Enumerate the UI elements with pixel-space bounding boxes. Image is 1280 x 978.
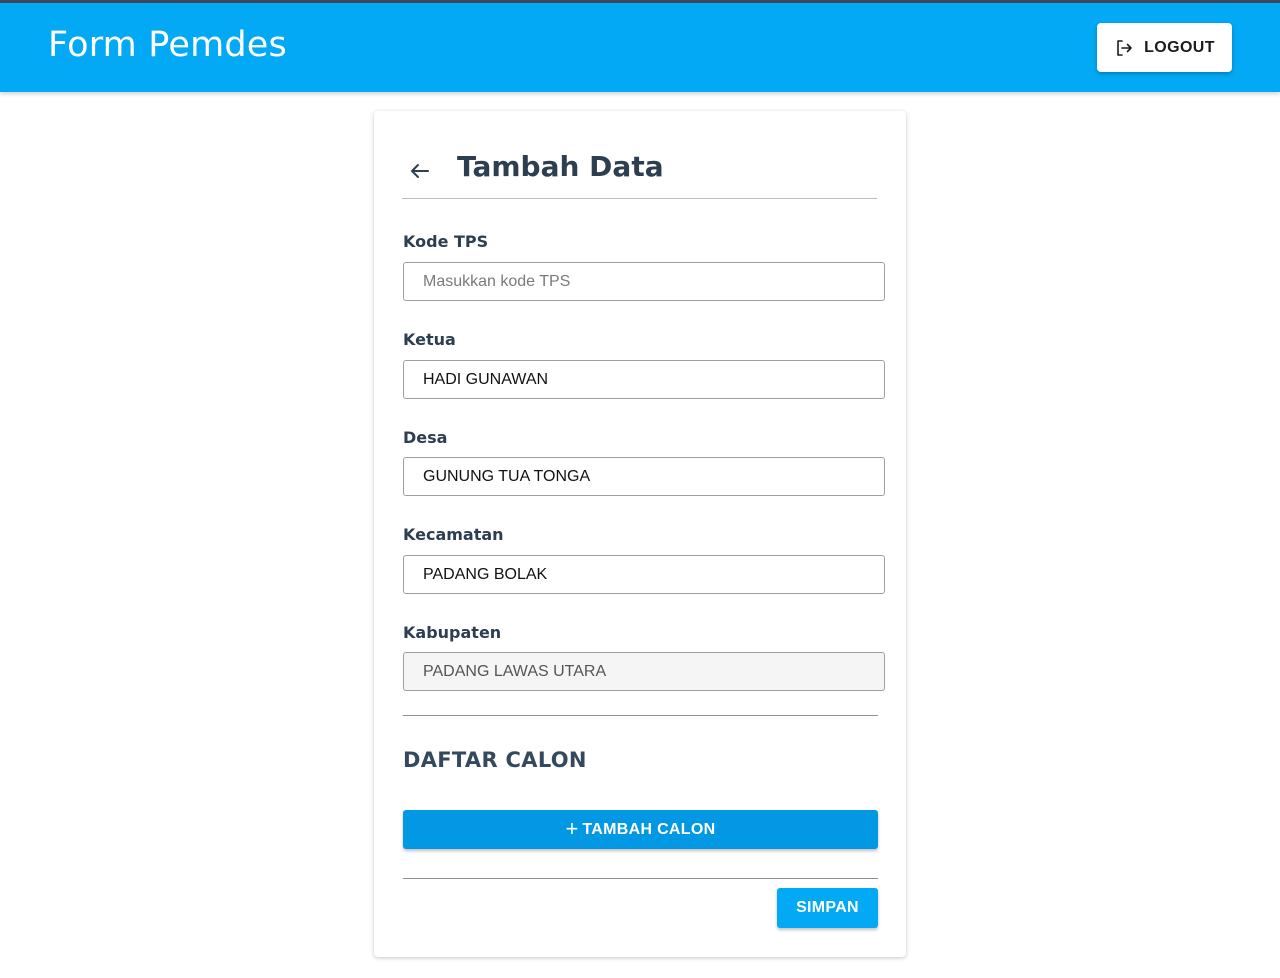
- form-card: Tambah Data Kode TPS Ketua Desa Kecamata…: [374, 111, 906, 957]
- kecamatan-input[interactable]: [403, 555, 885, 594]
- plus-icon: +: [565, 815, 579, 841]
- ketua-label: Ketua: [403, 330, 456, 349]
- logout-button[interactable]: LOGOUT: [1097, 23, 1232, 72]
- kabupaten-label: Kabupaten: [403, 623, 502, 642]
- ketua-input[interactable]: [403, 360, 885, 399]
- save-label: SIMPAN: [796, 899, 859, 916]
- divider: [403, 715, 878, 716]
- page-title: Tambah Data: [457, 150, 664, 183]
- kode-tps-label: Kode TPS: [403, 232, 489, 251]
- divider: [403, 878, 878, 879]
- kecamatan-label: Kecamatan: [403, 525, 504, 544]
- app-title: Form Pemdes: [48, 25, 287, 65]
- add-candidate-label: TAMBAH CALON: [582, 820, 716, 838]
- save-button[interactable]: SIMPAN: [777, 888, 878, 928]
- kode-tps-input[interactable]: [403, 262, 885, 301]
- desa-input[interactable]: [403, 457, 885, 496]
- logout-icon: [1114, 38, 1134, 58]
- app-bar: Form Pemdes LOGOUT: [0, 3, 1280, 92]
- add-candidate-button[interactable]: + TAMBAH CALON: [403, 810, 878, 849]
- logout-label: LOGOUT: [1144, 38, 1215, 56]
- kabupaten-input: [403, 652, 885, 691]
- section-title-daftar-calon: DAFTAR CALON: [403, 748, 587, 772]
- arrow-left-icon[interactable]: [408, 159, 432, 183]
- desa-label: Desa: [403, 428, 448, 447]
- card-header: Tambah Data: [402, 147, 877, 199]
